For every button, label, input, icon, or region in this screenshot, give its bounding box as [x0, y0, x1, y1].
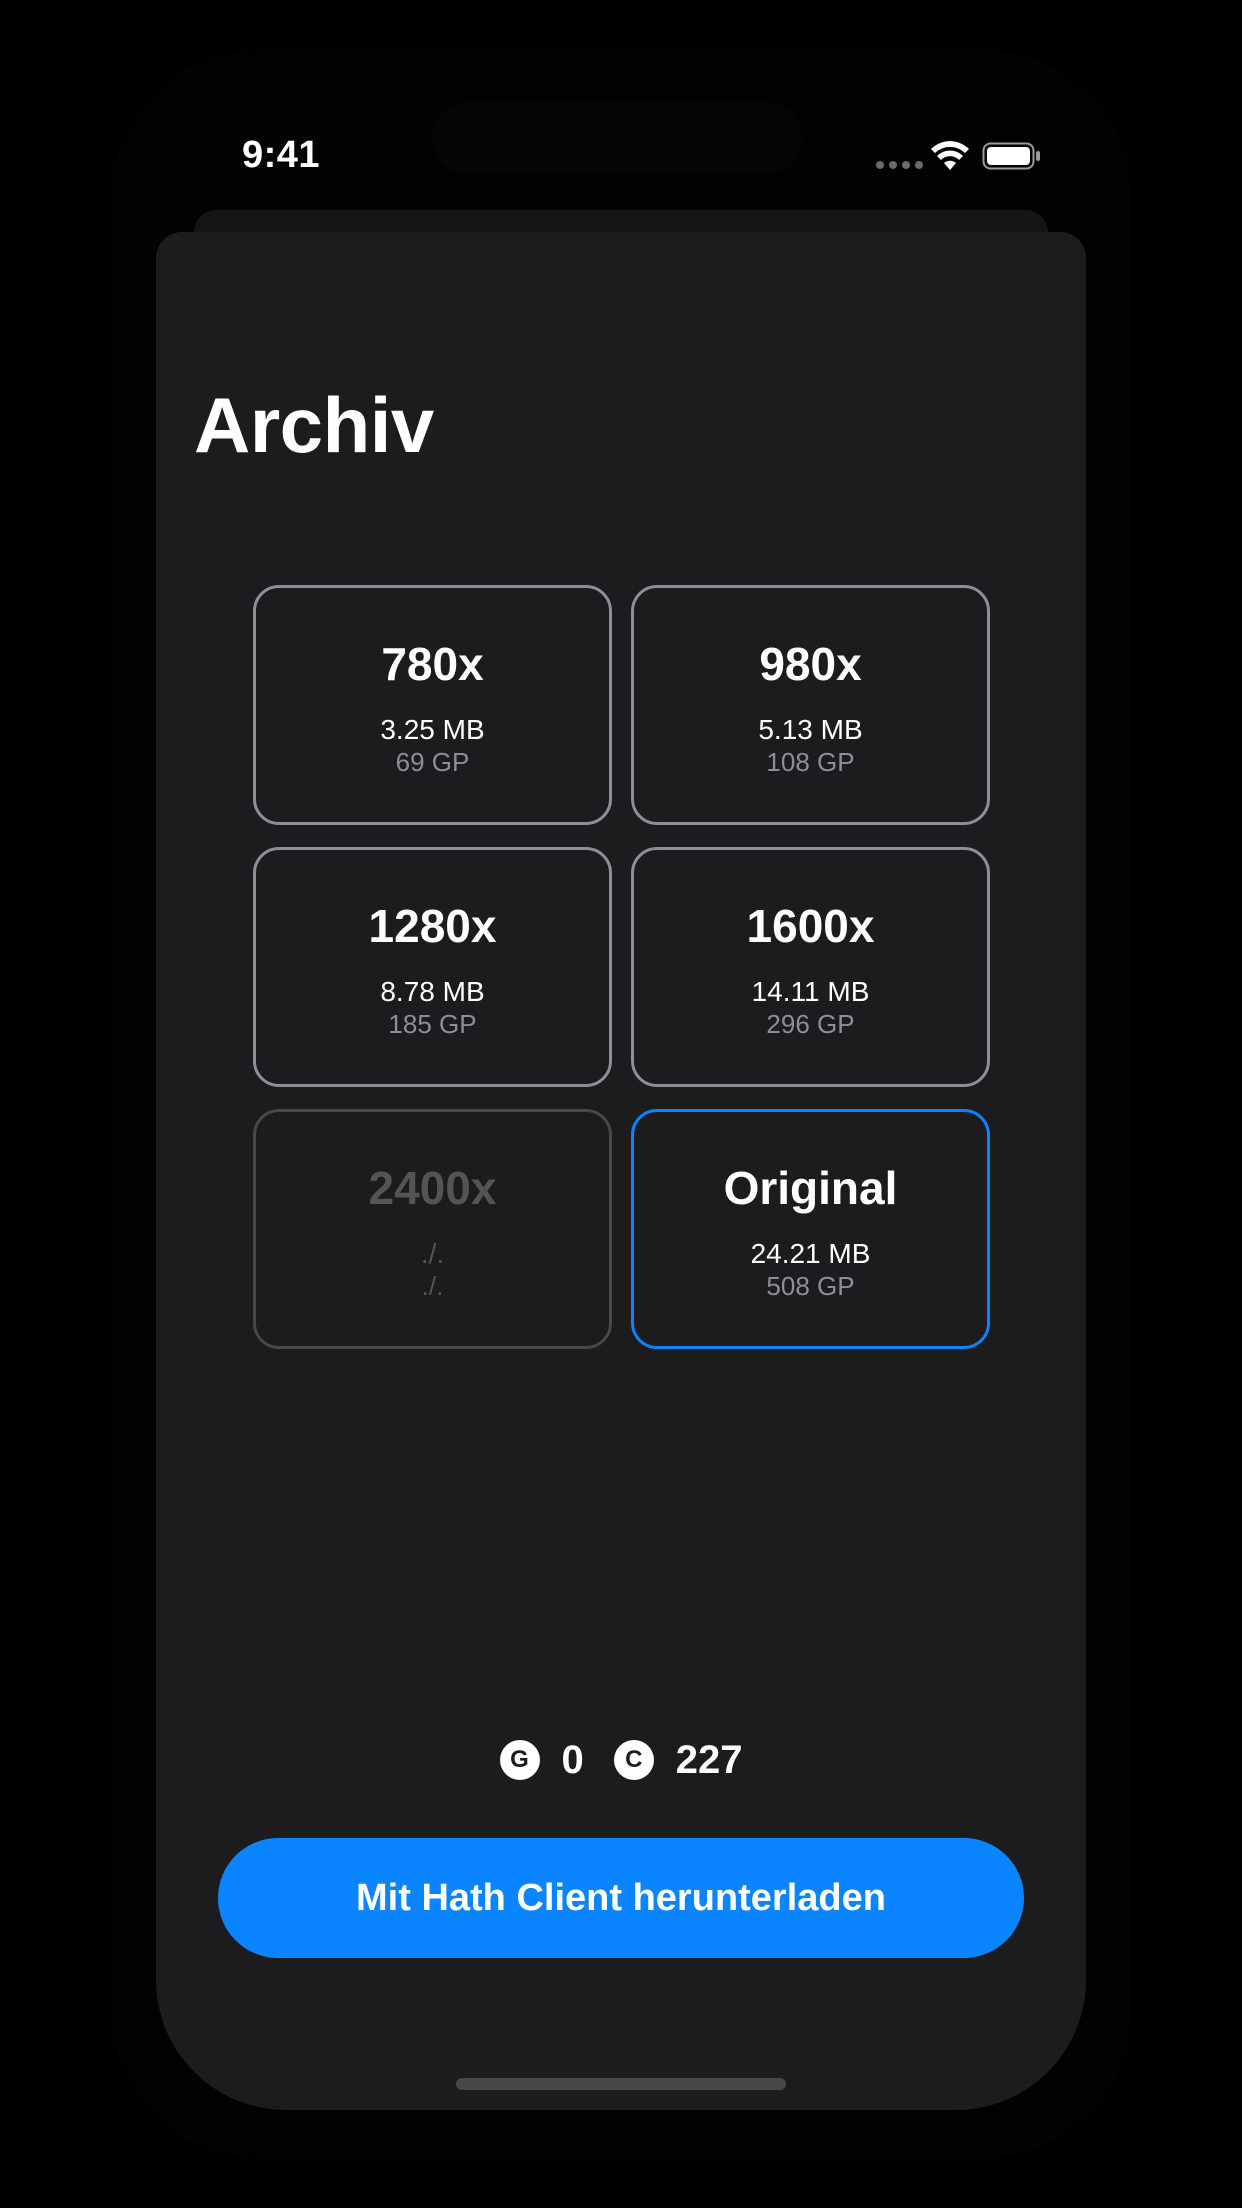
option-2400x: 2400x ./. ./.	[253, 1109, 612, 1349]
credits-value: 227	[675, 1738, 743, 1782]
credits-balance: C 227	[613, 1736, 743, 1784]
resolution-options-grid: 780x 3.25 MB 69 GP 980x 5.13 MB 108 GP 1…	[253, 585, 990, 1349]
option-label: 980x	[759, 638, 862, 690]
gp-balance: G 0	[499, 1736, 584, 1784]
option-size: 8.78 MB	[380, 976, 485, 1007]
option-size: 24.21 MB	[750, 1238, 871, 1269]
option-1280x[interactable]: 1280x 8.78 MB 185 GP	[253, 847, 612, 1087]
status-time: 9:41	[242, 134, 321, 176]
option-cost: ./.	[421, 1271, 444, 1301]
option-cost: 69 GP	[395, 747, 470, 777]
gp-coin-icon: G	[499, 1740, 540, 1780]
option-cost: 185 GP	[388, 1009, 477, 1039]
option-label: 1280x	[368, 900, 497, 952]
home-indicator[interactable]	[456, 2078, 786, 2090]
option-1600x[interactable]: 1600x 14.11 MB 296 GP	[631, 847, 990, 1087]
option-cost: 296 GP	[766, 1009, 855, 1039]
option-label: Original	[723, 1162, 898, 1214]
credits-coin-icon: C	[613, 1740, 654, 1780]
status-bar: 9:41	[0, 0, 1242, 210]
cellular-signal-icon	[876, 161, 923, 169]
option-label: 1600x	[746, 900, 875, 952]
option-label: 2400x	[368, 1162, 497, 1214]
option-size: ./.	[420, 1238, 445, 1269]
archive-sheet: Archiv 780x 3.25 MB 69 GP 980x 5.13 MB 1…	[156, 232, 1086, 2110]
option-980x[interactable]: 980x 5.13 MB 108 GP	[631, 585, 990, 825]
option-original[interactable]: Original 24.21 MB 508 GP	[631, 1109, 990, 1349]
download-with-hath-button[interactable]: Mit Hath Client herunterladen	[218, 1838, 1024, 1958]
option-size: 5.13 MB	[758, 714, 863, 745]
option-cost: 108 GP	[766, 747, 855, 777]
option-size: 14.11 MB	[751, 976, 870, 1007]
option-780x[interactable]: 780x 3.25 MB 69 GP	[253, 585, 612, 825]
option-cost: 508 GP	[766, 1271, 855, 1301]
option-label: 780x	[381, 638, 484, 690]
battery-icon	[982, 142, 1040, 170]
wifi-icon	[931, 141, 969, 170]
page-title: Archiv	[194, 381, 434, 469]
dynamic-island	[432, 102, 802, 174]
gp-value: 0	[561, 1738, 584, 1782]
funds-balance: G 0 C 227	[156, 1736, 1086, 1784]
option-size: 3.25 MB	[380, 714, 485, 745]
